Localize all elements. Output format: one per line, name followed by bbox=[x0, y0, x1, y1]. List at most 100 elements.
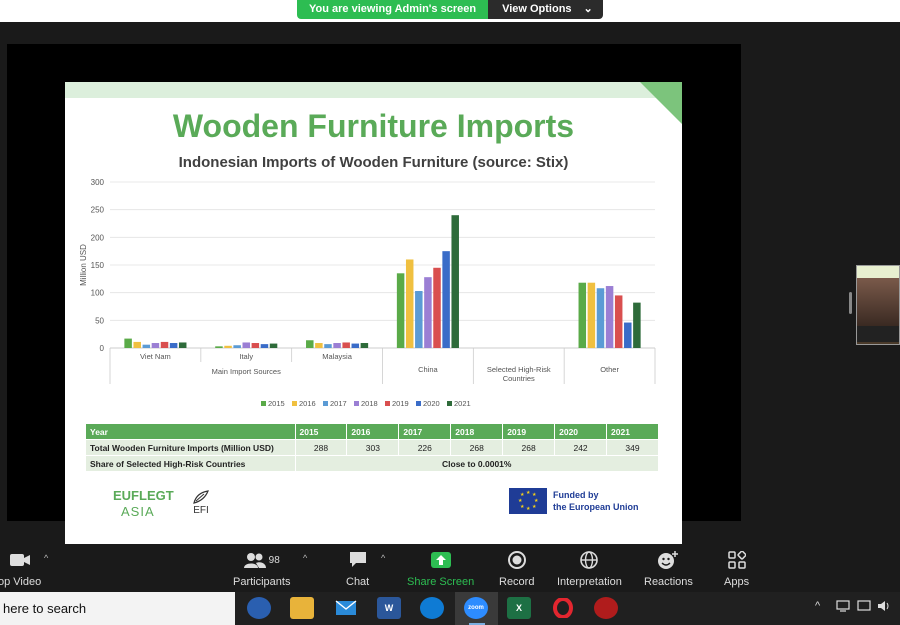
efi-text: EFI bbox=[193, 505, 209, 516]
apps-button[interactable]: Apps bbox=[724, 549, 749, 588]
thumbnail-drag-handle[interactable] bbox=[849, 292, 852, 314]
app-icon[interactable] bbox=[594, 597, 618, 619]
viewing-label: You are viewing Admin's screen bbox=[297, 0, 489, 19]
edge-icon[interactable] bbox=[420, 597, 444, 619]
legend-swatch bbox=[323, 401, 328, 406]
chevron-up-icon[interactable]: ^ bbox=[381, 553, 385, 563]
record-icon bbox=[507, 549, 527, 571]
bar bbox=[260, 344, 269, 348]
bar bbox=[178, 342, 187, 348]
legend-swatch bbox=[385, 401, 390, 406]
presentation-slide: Wooden Furniture Imports Indonesian Impo… bbox=[65, 82, 682, 544]
excel-icon[interactable]: X bbox=[507, 597, 531, 619]
table-cell: 349 bbox=[606, 439, 659, 456]
table-row-label: Total Wooden Furniture Imports (Million … bbox=[85, 439, 296, 456]
legend-label: 2018 bbox=[361, 399, 378, 408]
file-explorer-icon[interactable] bbox=[290, 597, 314, 619]
bar bbox=[251, 343, 260, 348]
video-label: op Video bbox=[0, 576, 42, 588]
interpretation-button[interactable]: Interpretation bbox=[557, 549, 622, 588]
x-group-label: Main Import Sources bbox=[212, 367, 281, 376]
opera-icon[interactable] bbox=[551, 597, 575, 619]
x-tick-label: Countries bbox=[503, 374, 535, 383]
view-options-button[interactable]: View Options ⌄ bbox=[488, 0, 603, 19]
table-year: 2021 bbox=[606, 423, 659, 440]
euflegt-logo: EUFLEGT ASIA bbox=[113, 488, 174, 520]
bar bbox=[151, 343, 160, 348]
chat-button[interactable]: Chat bbox=[346, 549, 369, 588]
share-screen-icon bbox=[430, 549, 452, 571]
y-axis-label: Million USD bbox=[79, 244, 88, 286]
chevron-up-icon[interactable]: ^ bbox=[815, 600, 820, 612]
video-button[interactable]: op Video bbox=[0, 549, 41, 588]
table-cell: 226 bbox=[398, 439, 452, 456]
legend-label: 2020 bbox=[423, 399, 440, 408]
table-cell: 268 bbox=[502, 439, 556, 456]
word-icon[interactable]: W bbox=[377, 597, 401, 619]
share-screen-button[interactable]: Share Screen bbox=[407, 549, 474, 588]
apps-icon bbox=[727, 549, 746, 571]
bar bbox=[333, 343, 341, 348]
imports-table: Year 2015 2016 2017 2018 2019 2020 2021 … bbox=[85, 423, 659, 472]
legend-label: 2021 bbox=[454, 399, 471, 408]
taskbar-search-input[interactable]: here to search bbox=[0, 592, 235, 625]
bar bbox=[433, 267, 441, 348]
bar bbox=[242, 342, 250, 348]
x-tick-label: Other bbox=[600, 365, 619, 374]
bar bbox=[269, 343, 278, 348]
view-options-label: View Options bbox=[502, 3, 572, 15]
y-tick-label: 200 bbox=[91, 233, 105, 242]
table-year: 2016 bbox=[346, 423, 400, 440]
leaf-icon bbox=[193, 490, 209, 504]
record-label: Record bbox=[499, 576, 535, 588]
zoom-icon[interactable]: zoom bbox=[464, 597, 488, 619]
chat-label: Chat bbox=[346, 576, 370, 588]
table-header-label: Year bbox=[85, 423, 296, 440]
table-cell: 268 bbox=[450, 439, 504, 456]
funded-line2: the European Union bbox=[553, 502, 639, 512]
chevron-down-icon: ⌄ bbox=[583, 3, 593, 15]
bar bbox=[624, 322, 632, 348]
reactions-button[interactable]: Reactions bbox=[644, 549, 693, 588]
chevron-up-icon[interactable]: ^ bbox=[303, 553, 307, 563]
euflegt-text: EUFLEGT bbox=[113, 488, 174, 503]
chart-title: Indonesian Imports of Wooden Furniture (… bbox=[178, 154, 569, 171]
record-button[interactable]: Record bbox=[499, 549, 534, 588]
legend-swatch bbox=[354, 401, 359, 406]
bar bbox=[306, 340, 314, 348]
slide-title: Wooden Furniture Imports bbox=[172, 108, 575, 144]
bar bbox=[396, 273, 405, 348]
table-year: 2017 bbox=[398, 423, 452, 440]
participants-icon: 98 bbox=[243, 549, 280, 571]
bar bbox=[424, 277, 432, 348]
reactions-label: Reactions bbox=[644, 576, 693, 588]
bar bbox=[224, 345, 232, 348]
bar-chart: 0 50 100 150 200 250 300 Million USD Viet Nam Ita… bbox=[79, 178, 656, 408]
table-cell: 303 bbox=[346, 439, 400, 456]
eu-flag-icon: ★ ★ ★ ★ ★ ★ ★ ★ bbox=[509, 488, 547, 514]
funded-by-eu: ★ ★ ★ ★ ★ ★ ★ ★ Funded by the European Union bbox=[509, 488, 639, 514]
video-camera-icon bbox=[9, 549, 31, 571]
bar bbox=[351, 343, 360, 348]
meeting-toolbar: op Video ^ 98 Participants ^ Chat ^ Shar… bbox=[0, 545, 900, 592]
table-cell: Close to 0.0001% bbox=[294, 455, 659, 472]
mail-icon[interactable] bbox=[334, 597, 358, 619]
bar bbox=[133, 341, 141, 348]
browser-icon[interactable] bbox=[247, 597, 271, 619]
participants-button[interactable]: 98 Participants bbox=[233, 549, 290, 588]
slide-top-band bbox=[65, 82, 682, 98]
participant-video-thumbnail[interactable] bbox=[856, 265, 900, 345]
speaker-icon[interactable] bbox=[877, 600, 891, 615]
y-tick-label: 50 bbox=[95, 316, 104, 325]
bar bbox=[215, 346, 223, 348]
bar bbox=[442, 251, 450, 348]
legend-label: 2016 bbox=[299, 399, 316, 408]
apps-label: Apps bbox=[724, 576, 750, 588]
funded-line1: Funded by bbox=[553, 490, 599, 500]
x-tick-label: Malaysia bbox=[322, 352, 352, 361]
viewing-banner: You are viewing Admin's screen View Opti… bbox=[297, 0, 603, 19]
network-icon[interactable] bbox=[836, 600, 850, 615]
participant-count: 98 bbox=[268, 554, 280, 566]
display-icon[interactable] bbox=[857, 600, 871, 615]
chevron-up-icon[interactable]: ^ bbox=[44, 553, 48, 563]
